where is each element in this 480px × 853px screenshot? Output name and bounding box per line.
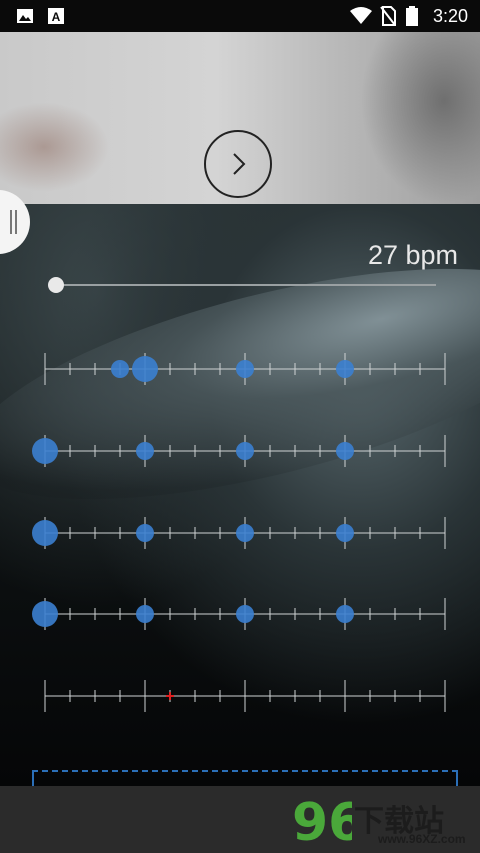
watermark-logo: 96 [292,793,352,852]
beat-dot [136,524,154,542]
beat-dot [32,520,58,546]
beat-dot [236,360,254,378]
dashed-frame-end-left [32,772,34,786]
drag-handle-icon [15,210,17,234]
playhead-marker [166,692,174,700]
bottom-bar: 96 下载站 www.96XZ.com [0,786,480,853]
watermark: 96 下载站 www.96XZ.com [290,790,470,852]
beat-dot [336,442,354,460]
status-bar: A 3:20 [0,0,480,32]
tempo-slider-thumb[interactable] [48,277,64,293]
watermark-subtitle: www.96XZ.com [378,832,466,846]
beat-dot [336,360,354,378]
beat-dot [336,524,354,542]
beat-dot [32,601,58,627]
image-icon [17,9,33,23]
a-icon: A [48,8,64,24]
beat-dot [32,438,58,464]
beat-dot [132,356,158,382]
beat-dot [111,360,129,378]
beat-grid[interactable] [0,0,480,853]
beat-dot [236,605,254,623]
dashed-frame-line [32,770,458,772]
beat-dot [336,605,354,623]
status-clock: 3:20 [432,6,468,26]
dashed-frame-end-right [456,772,458,786]
beat-dot [136,442,154,460]
beat-dot [236,524,254,542]
beat-dot [136,605,154,623]
drag-handle-icon [10,210,12,234]
beat-dot [236,442,254,460]
battery-icon [406,6,418,26]
svg-text:A: A [52,10,61,24]
watermark-logo-text: 96 [292,793,352,852]
wifi-icon [350,7,372,24]
no-sim-icon [380,6,396,26]
